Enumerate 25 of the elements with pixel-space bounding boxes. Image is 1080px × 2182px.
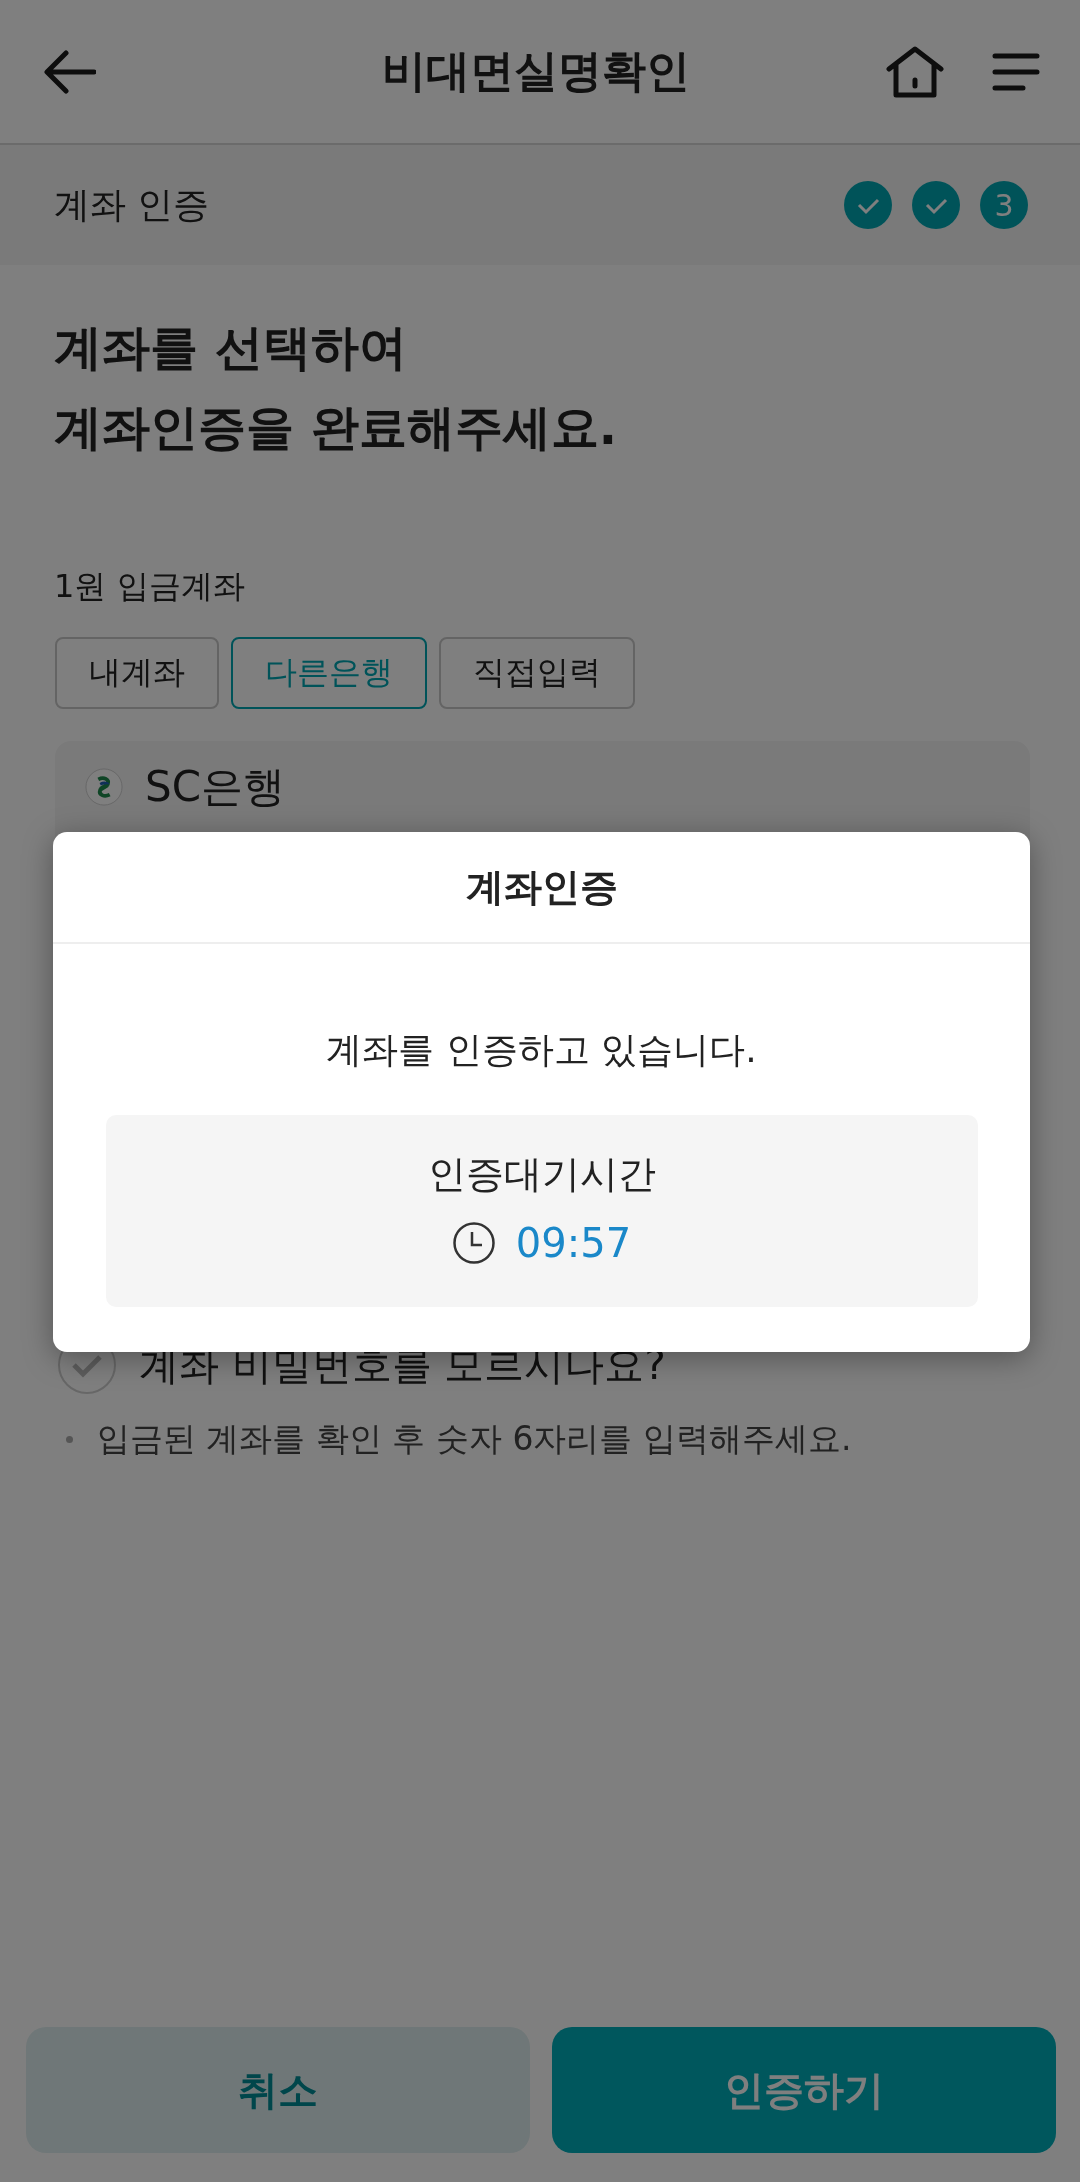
countdown-timer: 09:57 <box>515 1220 632 1266</box>
confirm-button[interactable]: 인증하기 <box>552 2027 1056 2153</box>
bank-name: SC은행 <box>145 761 285 813</box>
step-number: 3 <box>980 181 1028 229</box>
timer-label: 인증대기시간 <box>427 1151 656 1198</box>
account-tab[interactable]: 직접입력 <box>439 637 635 709</box>
step-done-icon <box>912 181 960 229</box>
bank-logo-icon <box>85 768 123 806</box>
menu-icon[interactable] <box>992 51 1040 92</box>
account-tab[interactable]: 내계좌 <box>55 637 219 709</box>
heading-line: 계좌를 선택하여 <box>54 318 407 377</box>
step-done-icon <box>844 181 892 229</box>
account-tab[interactable]: 다른은행 <box>231 637 427 709</box>
dialog-title: 계좌인증 <box>465 863 618 911</box>
note-text: 입금된 계좌를 확인 후 숫자 6자리를 입력해주세요. <box>97 1418 852 1460</box>
dialog-message: 계좌를 인증하고 있습니다. <box>326 1028 757 1072</box>
bullet-icon <box>66 1436 73 1443</box>
section-label: 1원 입금계좌 <box>54 566 245 607</box>
heading-line: 계좌인증을 완료해주세요. <box>54 398 617 457</box>
step-title: 계좌 인증 <box>54 182 210 227</box>
home-icon[interactable] <box>886 45 944 98</box>
page-title: 비대면실명확인 <box>381 44 691 98</box>
cancel-button[interactable]: 취소 <box>26 2027 530 2153</box>
back-arrow-icon[interactable] <box>44 49 96 94</box>
clock-icon <box>451 1221 496 1265</box>
